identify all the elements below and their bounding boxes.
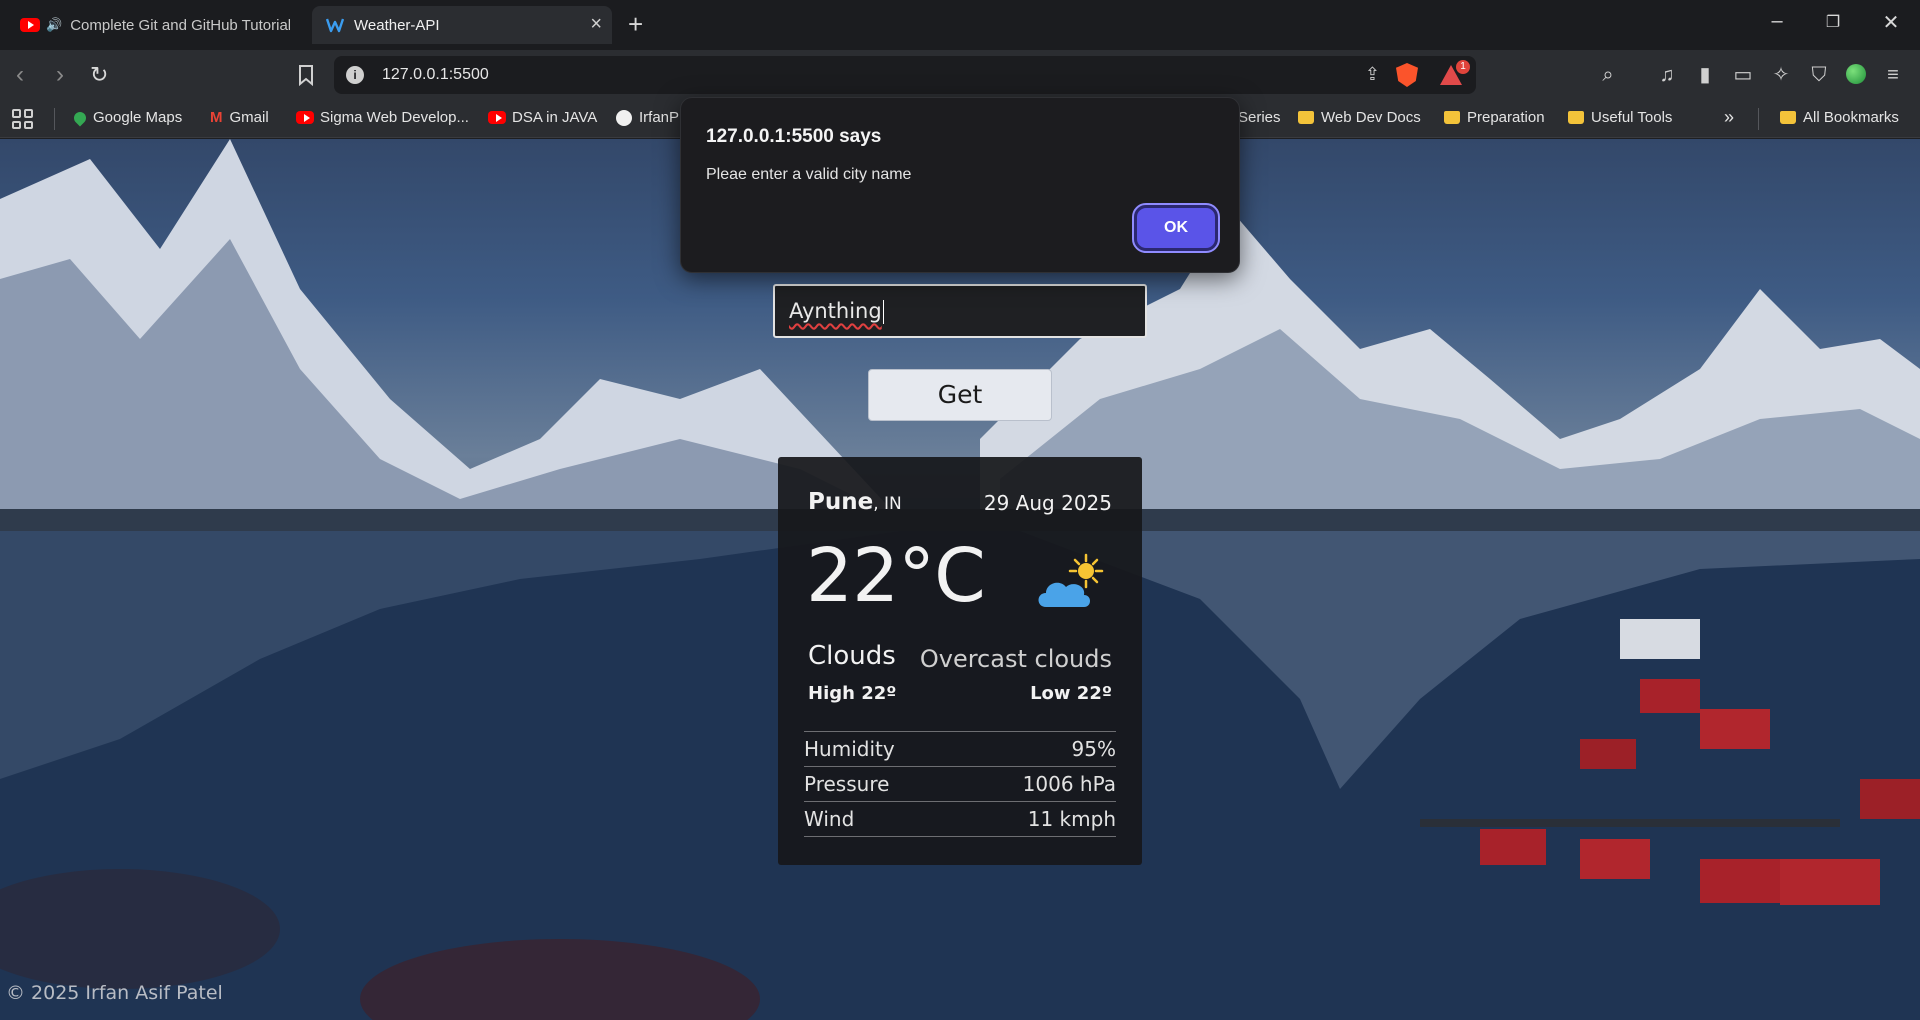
gmail-icon: M bbox=[210, 109, 223, 126]
bookmark-folder-web-dev-docs[interactable]: Web Dev Docs bbox=[1298, 109, 1421, 126]
bookmark-icon[interactable] bbox=[298, 64, 314, 86]
folder-icon bbox=[1444, 111, 1460, 124]
profile-avatar[interactable] bbox=[1846, 64, 1866, 84]
tab-title: Complete Git and GitHub Tutorial bbox=[70, 16, 291, 34]
detail-label: Pressure bbox=[804, 772, 890, 796]
bookmark-label: All Bookmarks bbox=[1803, 109, 1899, 126]
youtube-icon bbox=[296, 111, 314, 124]
minimize-button[interactable]: – bbox=[1762, 10, 1792, 33]
bookmark-label: DSA in JAVA bbox=[512, 109, 598, 126]
share-icon[interactable]: ⇪ bbox=[1365, 64, 1380, 85]
speaker-icon: 🔊 bbox=[46, 17, 63, 32]
temperature: 22°C bbox=[806, 533, 986, 619]
close-window-button[interactable]: ✕ bbox=[1876, 10, 1906, 35]
bookmark-series[interactable]: Series bbox=[1238, 109, 1281, 126]
get-weather-button[interactable]: Get bbox=[868, 369, 1052, 421]
google-maps-icon bbox=[71, 109, 89, 126]
weather-details-table: Humidity 95% Pressure 1006 hPa Wind 11 k… bbox=[804, 731, 1116, 837]
dialog-message: Pleae enter a valid city name bbox=[706, 166, 912, 183]
dialog-title: 127.0.0.1:5500 says bbox=[706, 126, 882, 147]
detail-value: 11 kmph bbox=[1027, 807, 1116, 831]
folder-icon bbox=[1568, 111, 1584, 124]
address-bar[interactable]: i 127.0.0.1:5500 ⇪ 1 bbox=[334, 56, 1476, 94]
close-tab-icon[interactable]: × bbox=[590, 14, 602, 34]
weather-app-favicon bbox=[326, 18, 344, 33]
cloud-sun-icon bbox=[1038, 553, 1104, 607]
bookmark-github-irfan[interactable]: IrfanP bbox=[616, 109, 679, 126]
bookmark-label: Google Maps bbox=[93, 109, 183, 126]
leo-ai-icon[interactable]: ✧ bbox=[1768, 63, 1794, 87]
bookmark-folder-useful-tools[interactable]: Useful Tools bbox=[1568, 109, 1672, 126]
weather-description: Overcast clouds bbox=[919, 645, 1112, 673]
navigation-bar: ‹ › ↻ i 127.0.0.1:5500 ⇪ 1 ⌕ ♫ ▮ ▭ ✧ ⛉ ≡ bbox=[0, 50, 1920, 100]
tab-strip: 🔊 Complete Git and GitHub Tutorial Weath… bbox=[0, 0, 1920, 50]
youtube-icon bbox=[20, 18, 40, 32]
bookmark-label: Useful Tools bbox=[1591, 109, 1673, 126]
location: Pune, IN bbox=[808, 489, 902, 515]
new-tab-button[interactable]: + bbox=[628, 10, 643, 38]
folder-icon bbox=[1298, 111, 1314, 124]
tab-weather-api[interactable]: Weather-API × bbox=[312, 6, 612, 44]
city-name: Pune bbox=[808, 489, 874, 515]
detail-label: Humidity bbox=[804, 737, 895, 761]
tab-title: Weather-API bbox=[354, 16, 440, 34]
bookmark-label: IrfanP bbox=[639, 109, 680, 126]
bookmark-label: Gmail bbox=[229, 109, 269, 126]
country-code: , IN bbox=[873, 494, 902, 514]
weather-card: Pune, IN 29 Aug 2025 22°C Clouds Overcas… bbox=[778, 457, 1142, 865]
city-search-input[interactable]: Aynthing bbox=[773, 284, 1147, 338]
url-text: 127.0.0.1:5500 bbox=[382, 66, 489, 83]
detail-row-humidity: Humidity 95% bbox=[804, 732, 1116, 767]
bookmarks-divider bbox=[54, 108, 55, 130]
bookmark-label: Web Dev Docs bbox=[1321, 109, 1421, 126]
low-temperature: Low 22º bbox=[1030, 683, 1112, 704]
forward-arrow-icon[interactable]: › bbox=[56, 62, 64, 88]
alert-dialog: 127.0.0.1:5500 says Pleae enter a valid … bbox=[680, 97, 1240, 273]
ok-button[interactable]: OK bbox=[1132, 203, 1220, 253]
detail-row-wind: Wind 11 kmph bbox=[804, 802, 1116, 837]
search-tabs-icon[interactable]: ⌕ bbox=[1595, 63, 1621, 87]
bookmark-gmail[interactable]: M Gmail bbox=[210, 109, 269, 126]
vpn-shield-icon[interactable]: ⛉ bbox=[1806, 63, 1832, 87]
bookmark-label: Sigma Web Develop... bbox=[320, 109, 469, 126]
bookmark-dsa-java[interactable]: DSA in JAVA bbox=[488, 109, 597, 126]
youtube-icon bbox=[488, 111, 506, 124]
menu-icon[interactable]: ≡ bbox=[1880, 63, 1906, 87]
restore-button[interactable]: ❐ bbox=[1818, 12, 1848, 32]
bookmark-google-maps[interactable]: Google Maps bbox=[71, 109, 183, 126]
detail-label: Wind bbox=[804, 807, 855, 831]
tab-git-tutorial[interactable]: 🔊 Complete Git and GitHub Tutorial bbox=[6, 6, 306, 44]
github-icon bbox=[616, 109, 632, 126]
copyright-footer: © 2025 Irfan Asif Patel bbox=[6, 982, 223, 1004]
bookmarks-divider bbox=[1758, 108, 1759, 130]
text-caret bbox=[882, 300, 884, 324]
back-arrow-icon[interactable]: ‹ bbox=[16, 62, 24, 88]
bookmark-folder-all-bookmarks[interactable]: All Bookmarks bbox=[1780, 109, 1899, 126]
bookmark-sigma-web[interactable]: Sigma Web Develop... bbox=[296, 109, 469, 126]
apps-grid-icon[interactable] bbox=[12, 109, 34, 129]
site-info-icon[interactable]: i bbox=[346, 66, 364, 84]
brave-shields-icon[interactable] bbox=[1396, 63, 1418, 87]
bookmark-label: Preparation bbox=[1467, 109, 1545, 126]
folder-icon bbox=[1780, 111, 1796, 124]
sidebar-icon[interactable]: ▮ bbox=[1692, 63, 1718, 87]
weather-condition: Clouds bbox=[808, 641, 896, 671]
wallet-icon[interactable]: ▭ bbox=[1730, 63, 1756, 87]
rewards-badge: 1 bbox=[1456, 60, 1470, 74]
detail-value: 1006 hPa bbox=[1022, 772, 1116, 796]
bookmark-label: Series bbox=[1238, 109, 1281, 126]
weather-date: 29 Aug 2025 bbox=[983, 491, 1112, 515]
bookmark-folder-preparation[interactable]: Preparation bbox=[1444, 109, 1545, 126]
high-temperature: High 22º bbox=[808, 683, 897, 704]
detail-row-pressure: Pressure 1006 hPa bbox=[804, 767, 1116, 802]
input-value: Aynthing bbox=[789, 299, 882, 323]
detail-value: 95% bbox=[1071, 737, 1116, 761]
more-bookmarks-chevron-icon[interactable]: » bbox=[1724, 107, 1734, 128]
music-icon[interactable]: ♫ bbox=[1654, 63, 1680, 87]
reload-icon[interactable]: ↻ bbox=[90, 62, 108, 88]
